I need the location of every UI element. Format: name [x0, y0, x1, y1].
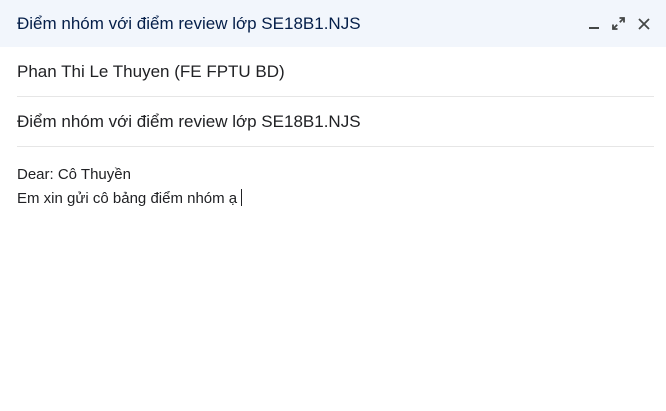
window-controls [583, 13, 654, 34]
compose-title: Điểm nhóm với điểm review lớp SE18B1.NJS [17, 13, 361, 33]
body-line-text: Em xin gửi cô bảng điểm nhóm ạ [17, 190, 238, 207]
close-button[interactable] [633, 13, 654, 34]
minimize-icon [587, 17, 601, 31]
body-line-message: Em xin gửi cô bảng điểm nhóm ạ [17, 187, 649, 211]
body-line-greeting: Dear: Cô Thuyền [17, 166, 131, 183]
text-cursor [241, 189, 243, 206]
subject-text: Điểm nhóm với điểm review lớp SE18B1.NJS [17, 111, 361, 131]
compose-window: Điểm nhóm với điểm review lớp SE18B1.NJS [0, 0, 666, 411]
expand-button[interactable] [608, 13, 629, 34]
recipients-field[interactable]: Phan Thi Le Thuyen (FE FPTU BD) [17, 47, 654, 97]
subject-field[interactable]: Điểm nhóm với điểm review lớp SE18B1.NJS [17, 97, 654, 147]
minimize-button[interactable] [583, 13, 604, 34]
expand-icon [611, 16, 626, 31]
message-body[interactable]: Dear: Cô Thuyền Em xin gửi cô bảng điểm … [0, 147, 666, 211]
close-icon [637, 17, 651, 31]
recipient-chip[interactable]: Phan Thi Le Thuyen (FE FPTU BD) [17, 62, 285, 82]
compose-header[interactable]: Điểm nhóm với điểm review lớp SE18B1.NJS [0, 0, 666, 47]
